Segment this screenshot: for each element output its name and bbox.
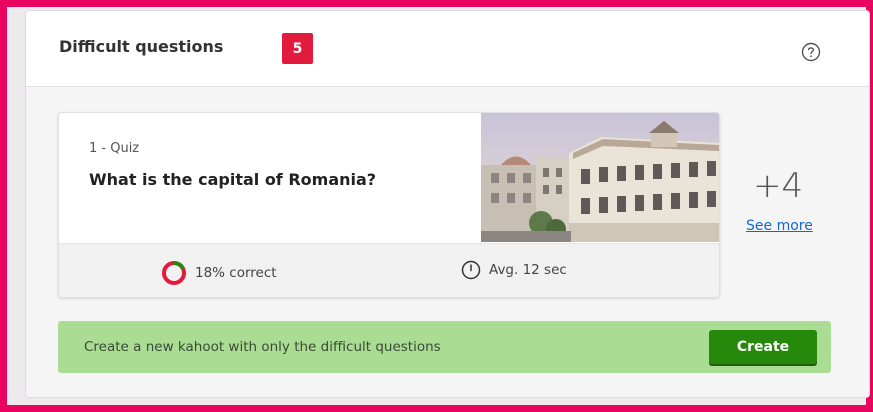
correct-donut-icon	[162, 261, 186, 285]
difficult-count-badge: 5	[282, 33, 313, 64]
create-kahoot-bar: Create a new kahoot with only the diffic…	[58, 321, 831, 373]
report-frame: Difficult questions 5 1 - Quiz What is t…	[7, 7, 870, 405]
more-questions-count: +4	[753, 166, 804, 206]
difficult-questions-panel: Difficult questions 5 1 - Quiz What is t…	[25, 10, 870, 398]
question-stats: 18% correct Avg. 12 sec	[59, 243, 719, 297]
panel-header: Difficult questions 5	[26, 11, 869, 87]
create-kahoot-text: Create a new kahoot with only the diffic…	[84, 339, 441, 355]
avg-time-label: Avg. 12 sec	[489, 262, 567, 278]
correct-percent-label: 18% correct	[195, 265, 277, 281]
avg-time-stat: Avg. 12 sec	[461, 260, 567, 280]
see-more-link[interactable]: See more	[746, 218, 813, 234]
question-text: What is the capital of Romania?	[89, 170, 377, 189]
question-image	[481, 113, 719, 242]
panel-title: Difficult questions	[59, 37, 224, 56]
question-circle-icon[interactable]	[801, 42, 821, 62]
question-kind: 1 - Quiz	[89, 141, 140, 156]
timer-icon	[461, 260, 481, 280]
question-card[interactable]: 1 - Quiz What is the capital of Romania?	[58, 112, 720, 298]
create-button[interactable]: Create	[709, 330, 817, 364]
correct-stat: 18% correct	[161, 260, 277, 286]
